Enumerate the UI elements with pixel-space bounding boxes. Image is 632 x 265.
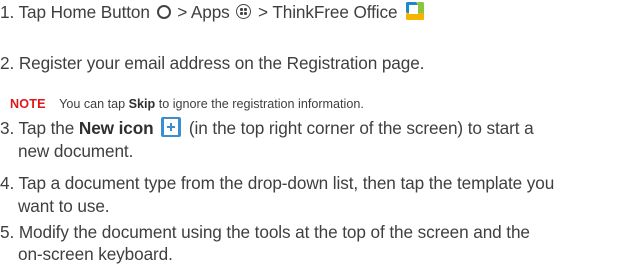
step-4: 4. Tap a document type from the drop-dow… [0,173,554,194]
note-pre: You can tap [59,97,126,111]
thinkfree-office-icon [406,2,425,21]
home-button-icon [156,4,171,19]
note-skip: Skip [128,97,156,111]
step-5-continuation: on-screen keyboard. [18,244,173,265]
step-3: 3. Tap the New icon (in the top right co… [0,116,534,139]
step-3-new-icon-label: New icon [78,118,154,138]
note-label: NOTE [10,97,46,111]
step-1-pre: Tap [18,2,47,22]
step-4-cont: want to use. [18,196,110,216]
step-5-number: 5. [0,222,15,242]
step-2: 2. Register your email address on the Re… [0,53,424,74]
step-1-sep-1: > [177,2,188,22]
step-4-text: Tap a document type from the drop-down l… [18,173,555,193]
step-1: 1. Tap Home Button > Apps > ThinkFree Of… [0,2,425,23]
step-5: 5. Modify the document using the tools a… [0,222,530,243]
step-1-number: 1. [0,2,15,22]
step-4-continuation: want to use. [18,196,110,217]
step-4-number: 4. [0,173,15,193]
step-1-home-label: Home Button [50,2,150,22]
step-2-number: 2. [0,53,15,73]
step-5-cont: on-screen keyboard. [18,244,173,264]
note-post: to ignore the registration information. [158,97,364,111]
step-3-cont: new document. [18,141,134,161]
apps-grid-icon [236,4,252,20]
step-3-post: (in the top right corner of the screen) … [188,118,534,138]
step-1-sep-2: > [258,2,268,22]
step-3-number: 3. [0,118,15,138]
step-1-apps-label: Apps [190,2,230,22]
step-1-office-label: ThinkFree Office [272,2,398,22]
step-3-continuation: new document. [18,141,133,162]
step-2-text: Register your email address on the Regis… [18,53,425,73]
note-text: You can tap Skip to ignore the registrat… [59,97,364,111]
step-5-text: Modify the document using the tools at t… [18,222,530,242]
note: NOTE You can tap Skip to ignore the regi… [10,96,364,112]
instruction-document: 1. Tap Home Button > Apps > ThinkFree Of… [0,0,632,264]
step-3-pre: Tap the [18,118,75,138]
new-document-icon [161,116,182,137]
